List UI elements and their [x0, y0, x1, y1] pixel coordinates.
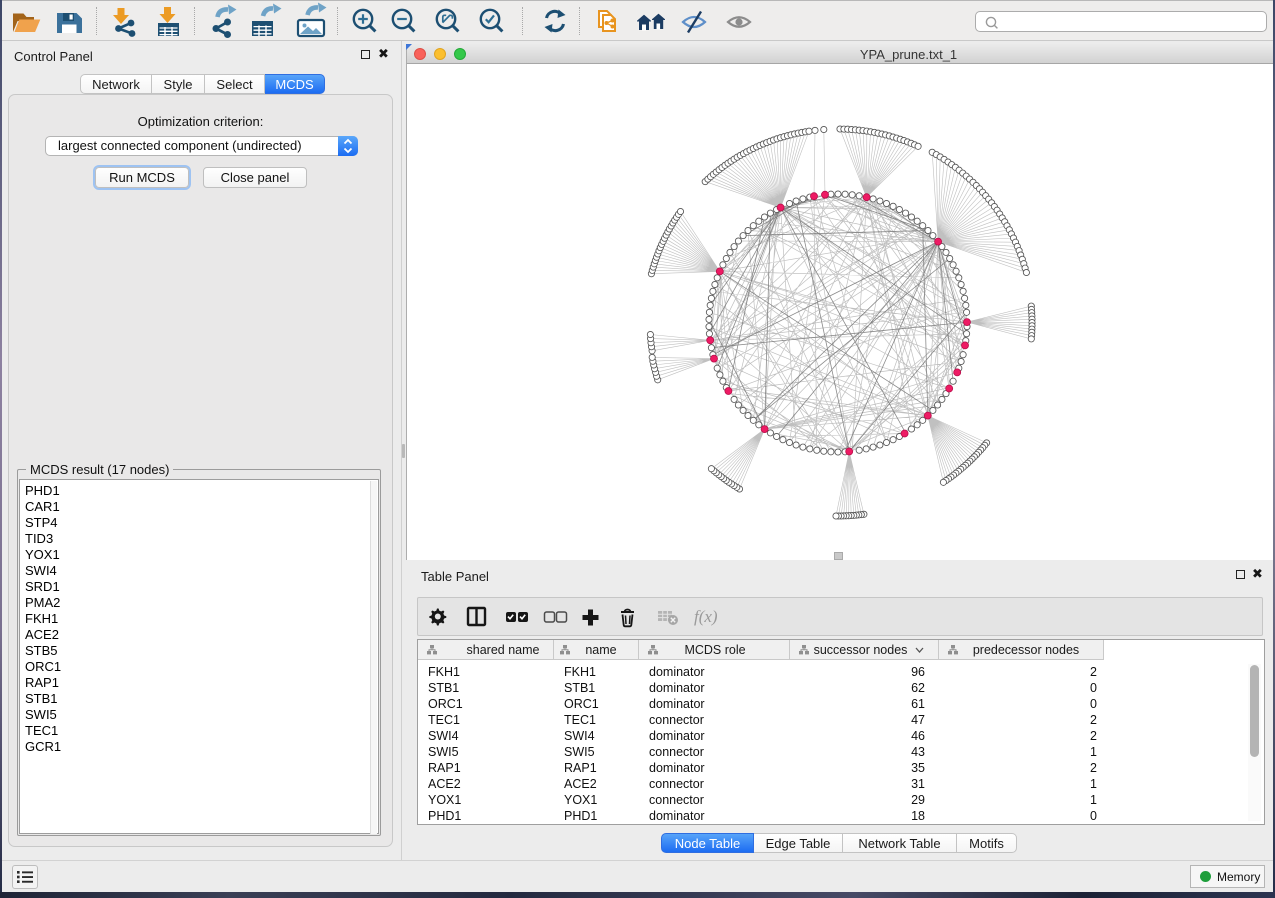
svg-text:f(x): f(x) [694, 607, 718, 626]
